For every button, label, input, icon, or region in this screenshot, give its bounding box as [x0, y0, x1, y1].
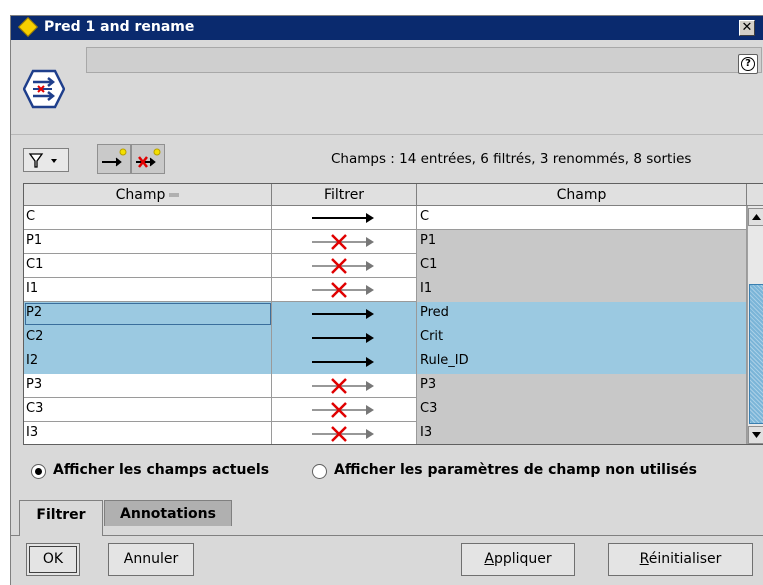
window-title: Pred 1 and rename [44, 19, 195, 35]
table-row[interactable]: P1 P1 [24, 230, 747, 254]
node-name-field[interactable] [86, 47, 762, 73]
filter-toggle[interactable] [272, 302, 417, 326]
field-summary: Champs : 14 entrées, 6 filtrés, 3 renomm… [331, 151, 692, 167]
title-bar: Pred 1 and rename ✕ [11, 16, 763, 40]
output-field-name[interactable]: C [417, 206, 747, 230]
input-field-name: I3 [24, 422, 272, 444]
pass-arrow-icon [312, 357, 374, 367]
input-field-name: P1 [24, 230, 272, 254]
table-body: C C P1 P1 C1 C1 I1 I1 P2 Pred C2 Crit I2… [24, 206, 747, 444]
reset-mnemonic: R [639, 551, 649, 567]
input-field-name: P3 [24, 374, 272, 398]
filter-toggle[interactable] [272, 422, 417, 444]
output-field-name[interactable]: P1 [417, 230, 747, 254]
show-unused-radio[interactable] [312, 464, 327, 479]
table-scrollbar[interactable] [747, 206, 763, 444]
help-button[interactable]: ? [738, 54, 758, 74]
output-field-name[interactable]: Crit [417, 326, 747, 350]
input-field-name: C [24, 206, 272, 230]
output-field-name[interactable]: I1 [417, 278, 747, 302]
node-diamond-icon [18, 17, 38, 37]
pass-arrow-icon [312, 213, 374, 223]
output-field-name[interactable]: Rule_ID [417, 350, 747, 374]
filter-toggle[interactable] [272, 398, 417, 422]
filter-toggle[interactable] [272, 206, 417, 230]
tabs-divider [11, 535, 763, 536]
filter-toggle[interactable] [272, 254, 417, 278]
filter-toggle[interactable] [272, 230, 417, 254]
arrow-down-icon [752, 432, 761, 438]
remove-fields-icon [136, 148, 161, 168]
cancel-button[interactable]: Annuler [108, 543, 194, 576]
table-row[interactable]: I3 I3 [24, 422, 747, 444]
filter-toggle[interactable] [272, 374, 417, 398]
table-row[interactable]: C3 C3 [24, 398, 747, 422]
apply-button[interactable]: Appliquer [461, 543, 575, 576]
output-field-name[interactable]: C3 [417, 398, 747, 422]
table-header: Champ Filtrer Champ [24, 184, 763, 206]
filter-toggle[interactable] [272, 326, 417, 350]
remove-all-fields-button[interactable] [131, 144, 165, 174]
filter-toggle[interactable] [272, 278, 417, 302]
column-header-input-field[interactable]: Champ [24, 184, 272, 206]
scroll-thumb[interactable] [749, 284, 763, 424]
close-button[interactable]: ✕ [739, 20, 755, 36]
input-field-name: C3 [24, 398, 272, 422]
ok-button[interactable]: OK [26, 543, 80, 576]
show-unused-label: Afficher les paramètres de champ non uti… [334, 462, 697, 478]
field-table: Champ Filtrer Champ C C P1 P1 C1 C1 I1 I… [23, 183, 763, 445]
help-icon: ? [741, 57, 755, 71]
tab-filter[interactable]: Filtrer [19, 500, 103, 536]
input-field-name: C2 [24, 326, 272, 350]
column-header-filter[interactable]: Filtrer [272, 184, 417, 206]
column-header-label: Champ [115, 187, 166, 203]
blocked-arrow-icon [312, 234, 374, 250]
table-row[interactable]: C1 C1 [24, 254, 747, 278]
table-row[interactable]: P3 P3 [24, 374, 747, 398]
funnel-icon [28, 153, 57, 168]
pass-fields-icon [102, 148, 127, 167]
pass-all-fields-button[interactable] [97, 144, 131, 174]
show-current-label: Afficher les champs actuels [53, 462, 270, 478]
scroll-down-button[interactable] [748, 426, 763, 444]
table-row[interactable]: I1 I1 [24, 278, 747, 302]
show-unused-option[interactable]: Afficher les paramètres de champ non uti… [312, 462, 752, 482]
table-row[interactable]: C2 Crit [24, 326, 747, 350]
input-field-name: C1 [24, 254, 272, 278]
blocked-arrow-icon [312, 402, 374, 418]
input-field-name: I1 [24, 278, 272, 302]
column-header-output-field[interactable]: Champ [417, 184, 747, 206]
blocked-arrow-icon [312, 426, 374, 442]
filter-options-button[interactable] [23, 148, 69, 172]
blocked-arrow-icon [312, 378, 374, 394]
input-field-name: I2 [24, 350, 272, 374]
blocked-arrow-icon [312, 258, 374, 274]
show-current-radio[interactable] [31, 464, 46, 479]
input-field-name: P2 [24, 302, 272, 326]
output-field-name[interactable]: C1 [417, 254, 747, 278]
output-field-name[interactable]: Pred [417, 302, 747, 326]
reset-label: éinitialiser [648, 551, 722, 567]
scroll-up-button[interactable] [748, 208, 763, 226]
filter-dialog: Pred 1 and rename ✕ ? Champs: 14 entrée… [10, 15, 763, 585]
pass-arrow-icon [312, 309, 374, 319]
table-row[interactable]: C C [24, 206, 747, 230]
apply-mnemonic: A [484, 551, 494, 567]
filter-toggle[interactable] [272, 350, 417, 374]
output-field-name[interactable]: I3 [417, 422, 747, 444]
show-current-option[interactable]: Afficher les champs actuels [31, 462, 321, 482]
reset-button[interactable]: Réinitialiser [608, 543, 753, 576]
table-row[interactable]: P2 Pred [24, 302, 747, 326]
arrow-up-icon [752, 214, 761, 220]
sort-icon [169, 193, 180, 197]
table-row[interactable]: I2 Rule_ID [24, 350, 747, 374]
header-divider [11, 134, 763, 135]
apply-label: ppliquer [493, 551, 552, 567]
blocked-arrow-icon [312, 282, 374, 298]
tab-annotations[interactable]: Annotations [104, 500, 232, 526]
filter-node-icon [23, 69, 65, 109]
output-field-name[interactable]: P3 [417, 374, 747, 398]
pass-arrow-icon [312, 333, 374, 343]
